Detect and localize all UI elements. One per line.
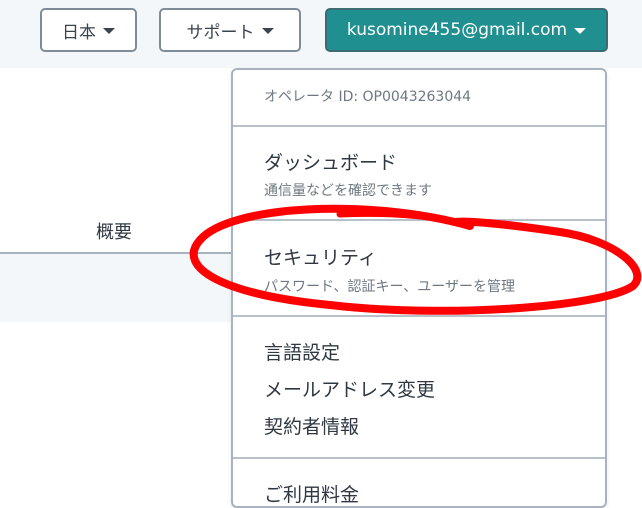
menu-link-language-settings[interactable]: 言語設定	[264, 338, 340, 365]
menu-item-subtitle: パスワード、認証キー、ユーザーを管理	[264, 279, 516, 295]
caret-down-icon	[261, 28, 274, 34]
caret-down-icon	[103, 28, 115, 34]
account-dropdown-menu: オペレータ ID: OP0043263044 ダッシュボード 通信量などを確認で…	[231, 68, 607, 508]
tab-underline	[0, 252, 240, 254]
support-label: サポート	[186, 22, 255, 43]
menu-divider	[233, 315, 605, 317]
menu-divider	[233, 219, 605, 221]
menu-link-contractor-info[interactable]: 契約者情報	[264, 412, 359, 439]
menu-divider	[233, 125, 605, 127]
support-button[interactable]: サポート	[159, 8, 301, 52]
menu-item-title: セキュリティ	[264, 247, 377, 269]
menu-divider	[233, 457, 605, 459]
account-label: kusomine455@gmail.com	[346, 20, 568, 40]
language-button[interactable]: 日本	[40, 8, 137, 52]
menu-link-change-email[interactable]: メールアドレス変更	[264, 375, 435, 402]
top-bar: 日本 サポート kusomine455@gmail.com	[0, 0, 642, 68]
account-menu-button[interactable]: kusomine455@gmail.com	[325, 8, 608, 52]
caret-down-icon	[574, 28, 587, 34]
sub-navigation-bar	[0, 254, 240, 322]
tab-overview[interactable]: 概要	[96, 218, 132, 244]
language-label: 日本	[62, 22, 96, 43]
menu-item-billing[interactable]: ご利用料金	[264, 480, 359, 507]
operator-id-label: オペレータ ID: OP0043263044	[264, 89, 472, 105]
menu-item-subtitle: 通信量などを確認できます	[264, 183, 432, 199]
menu-item-title: ダッシュボード	[264, 152, 398, 174]
